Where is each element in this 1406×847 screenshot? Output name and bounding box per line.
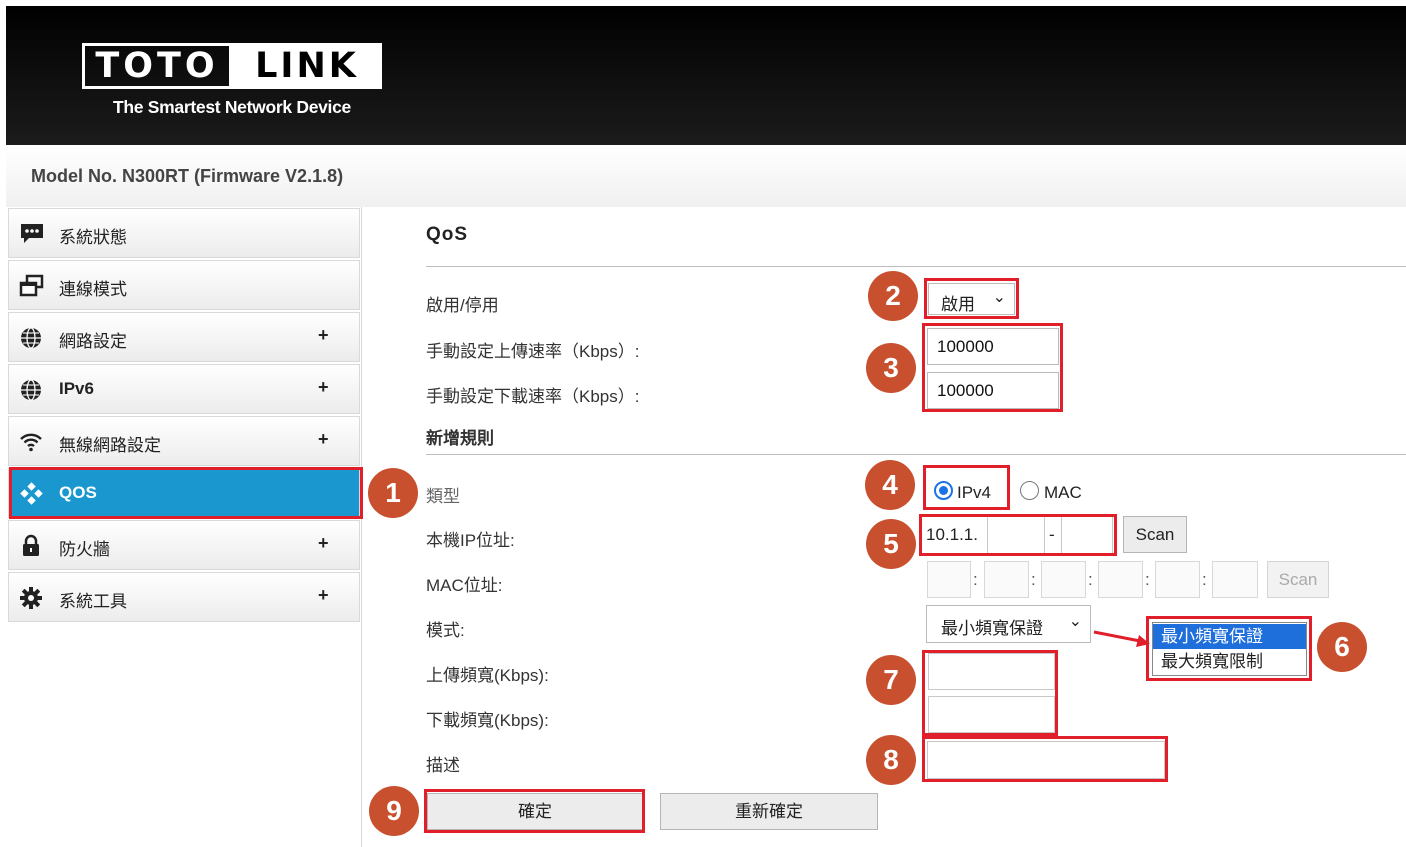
download-bandwidth-label: 下載頻寬(Kbps):: [426, 711, 549, 730]
mac-separator: :: [973, 570, 978, 589]
model-number: Model No. N300RT (Firmware V2.1.8): [31, 166, 344, 186]
gear-icon: [20, 587, 42, 609]
sidebar-item-ipv6[interactable]: IPv6 +: [8, 364, 360, 414]
sidebar-item-label: 防火牆: [59, 540, 110, 559]
globe-icon: [21, 327, 41, 349]
annotation-badge-1: 1: [368, 468, 418, 518]
mac-address-label: MAC位址:: [426, 576, 503, 595]
enable-label: 啟用/停用: [426, 296, 499, 315]
ip-scan-button[interactable]: Scan: [1123, 516, 1187, 553]
annotation-badge-9: 9: [369, 786, 419, 836]
annotation-box-1: [9, 467, 363, 519]
mac-separator: :: [1202, 570, 1207, 589]
mode-select-value: 最小頻寬保證: [941, 619, 1043, 638]
sidebar-item-network-settings[interactable]: 網路設定 +: [8, 312, 360, 362]
logo-link-text: LINK: [232, 43, 382, 89]
type-label: 類型: [426, 487, 460, 506]
annotation-box-8: [922, 736, 1168, 782]
sidebar-item-label: 系統工具: [59, 592, 127, 611]
expand-plus-icon[interactable]: +: [318, 325, 329, 346]
expand-plus-icon[interactable]: +: [318, 585, 329, 606]
section-divider: [426, 454, 1406, 455]
mode-label: 模式:: [426, 621, 465, 640]
sidebar-item-label: 無線網路設定: [59, 436, 161, 455]
mac-octet-2[interactable]: [984, 561, 1029, 598]
mac-octet-6[interactable]: [1212, 561, 1258, 598]
mac-radio[interactable]: [1020, 481, 1039, 500]
annotation-badge-3: 3: [866, 343, 916, 393]
mac-separator: :: [1031, 570, 1036, 589]
annotation-box-6: [1146, 616, 1312, 681]
reset-button[interactable]: 重新確定: [660, 793, 878, 830]
sidebar-item-firewall[interactable]: 防火牆 +: [8, 520, 360, 570]
page-title: QoS: [426, 224, 469, 245]
sidebar-item-system-status[interactable]: 系統狀態: [8, 208, 360, 258]
expand-plus-icon[interactable]: +: [318, 377, 329, 398]
mode-select[interactable]: 最小頻寬保證 ⌄: [926, 605, 1091, 643]
annotation-box-7: [922, 650, 1058, 736]
sidebar-item-label: IPv6: [59, 379, 94, 398]
annotation-badge-7: 7: [866, 655, 916, 705]
chevron-down-icon: ⌄: [1068, 613, 1082, 630]
totolink-logo: TOTO LINK: [82, 43, 382, 89]
lock-icon: [23, 534, 39, 556]
sidebar-item-label: 網路設定: [59, 332, 127, 351]
annotation-box-2: [924, 278, 1019, 319]
upload-rate-label: 手動設定上傳速率（Kbps）:: [426, 342, 640, 361]
annotation-badge-5: 5: [866, 519, 916, 569]
annotation-badge-8: 8: [866, 735, 916, 785]
mac-separator: :: [1088, 570, 1093, 589]
sidebar-item-connection-mode[interactable]: 連線模式: [8, 260, 360, 310]
local-ip-label: 本機IP位址:: [426, 531, 515, 550]
title-divider: [426, 266, 1406, 267]
sidebar-item-label: 系統狀態: [59, 228, 127, 247]
annotation-badge-4: 4: [865, 460, 915, 510]
mac-separator: :: [1145, 570, 1150, 589]
annotation-box-4: [923, 465, 1010, 510]
mac-radio-label: MAC: [1044, 483, 1082, 502]
description-label: 描述: [426, 756, 460, 775]
brand-tagline: The Smartest Network Device: [113, 97, 351, 117]
mac-octet-1[interactable]: [927, 561, 971, 598]
mac-octet-5[interactable]: [1155, 561, 1200, 598]
annotation-box-9: [424, 789, 645, 833]
annotation-arrow-icon: [1093, 630, 1150, 647]
expand-plus-icon[interactable]: +: [318, 533, 329, 554]
mac-octet-3[interactable]: [1041, 561, 1086, 598]
logo-toto-text: TOTO: [82, 43, 232, 89]
new-rule-heading: 新增規則: [426, 429, 494, 448]
annotation-badge-6: 6: [1317, 622, 1367, 672]
sidebar-item-label: 連線模式: [59, 280, 127, 299]
windows-icon: [19, 274, 44, 297]
sidebar-item-wireless-settings[interactable]: 無線網路設定 +: [8, 416, 360, 466]
mac-scan-button[interactable]: Scan: [1267, 561, 1329, 598]
mac-octet-4[interactable]: [1098, 561, 1143, 598]
annotation-box-5: [919, 514, 1117, 556]
wifi-icon: [20, 433, 42, 452]
chat-bubble-icon: [21, 224, 43, 243]
annotation-box-3: [922, 323, 1063, 412]
expand-plus-icon[interactable]: +: [318, 429, 329, 450]
upload-bandwidth-label: 上傳頻寬(Kbps):: [426, 666, 549, 685]
sidebar-item-system-tools[interactable]: 系統工具 +: [8, 572, 360, 622]
download-rate-label: 手動設定下載速率（Kbps）:: [426, 387, 640, 406]
annotation-badge-2: 2: [868, 271, 918, 321]
globe-icon: [21, 379, 41, 401]
